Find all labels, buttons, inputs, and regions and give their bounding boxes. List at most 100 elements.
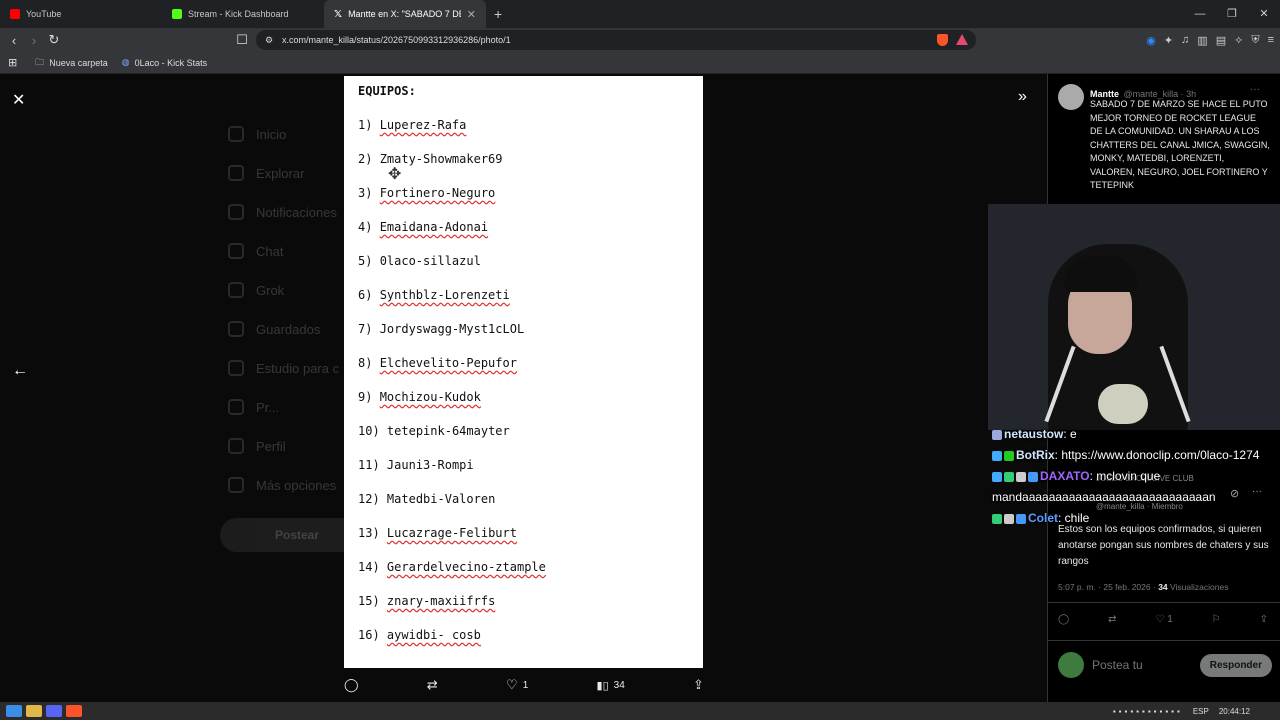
team-number: 15) [358,594,380,608]
url-field[interactable]: ⚙ x.com/mante_killa/status/2026750993312… [256,30,976,50]
sidebar-item-inicio: Inicio [228,126,286,142]
sidebar-item-guardados: Guardados [228,321,320,337]
tab-youtube[interactable]: YouTube [0,0,162,28]
team-number: 12) [358,492,380,506]
team-number: 2) [358,152,373,166]
reload-icon[interactable]: ↻ [44,32,64,48]
mate-cup [1098,384,1148,424]
back-icon[interactable]: ‹ [4,33,24,48]
language-indicator[interactable]: ESP [1193,707,1209,716]
team-number: 1) [358,118,373,132]
team-number: 6) [358,288,373,302]
chat-badge-icon [1016,471,1026,482]
restore-icon[interactable]: ❐ [1216,0,1248,28]
chat-badge-icon [992,513,1002,524]
team-entry: 8) Elchevelito-Pepufor [358,356,517,370]
sidebar-label: Explorar [256,165,305,181]
vpn-icon[interactable]: ⛨ [1251,34,1259,47]
team-name: tetepink-64mayter [386,424,510,438]
team-number: 13) [358,526,380,540]
start-icon[interactable] [6,705,22,717]
wallet-icon[interactable]: ▤ [1216,34,1226,47]
team-number: 5) [358,254,373,268]
clock[interactable]: 20:44:12 [1219,707,1250,716]
puzzle-icon[interactable]: ✦ [1164,34,1173,47]
tab-x-post[interactable]: 𝕏 Mantte en X: "SABADO 7 DE MA ✕ [324,0,486,28]
views-button[interactable]: ▮▯ 34 [597,679,625,692]
sidebar-label: Estudio para c [256,360,340,376]
x-photo-viewer: Inicio Explorar Notificaciones Chat Grok… [0,74,1280,702]
file-explorer-icon[interactable] [26,705,42,717]
discord-icon[interactable] [46,705,62,717]
stream-chat-overlay: netaustow: e BotRix: https://www.donocli… [992,424,1280,529]
like-button[interactable]: ♡ 1 [1155,614,1172,625]
leo-icon[interactable]: ✧ [1234,34,1243,47]
sidebar-label: Notificaciones [256,204,337,220]
new-tab-button[interactable]: + [494,6,502,22]
browser-tab-bar: YouTube Stream - Kick Dashboard 𝕏 Mantte… [0,0,1280,28]
team-name: aywidbi- cosb [386,628,481,642]
brave-icon[interactable] [66,705,82,717]
reply-button[interactable]: Responder [1199,653,1272,677]
team-name: Mochizou-Kudok [379,390,481,404]
team-entry: 9) Mochizou-Kudok [358,390,481,404]
bookmark-0laco-kick-stats[interactable]: ◍ 0Laco - Kick Stats [122,57,207,68]
more-options-icon[interactable]: ··· [1250,84,1260,95]
team-entry: 4) Emaidana-Adonai [358,220,488,234]
tab-label: YouTube [26,9,62,19]
extension-icon[interactable]: ◉ [1146,34,1156,47]
url-text: x.com/mante_killa/status/202675099331293… [282,35,511,45]
site-settings-icon[interactable]: ⚙ [265,30,273,50]
team-number: 10) [358,424,380,438]
reply-input[interactable]: Postea tu [1092,658,1192,672]
repost-icon[interactable]: ⇄ [1108,614,1116,625]
chat-text: e [1070,427,1077,441]
kick-stats-icon: ◍ [121,57,130,67]
webcam-overlay [988,204,1280,430]
team-entry: 3) Fortinero-Neguro [358,186,495,200]
bookmark-icon[interactable]: ⚐ [1212,614,1221,625]
avatar[interactable] [1058,84,1084,110]
team-name: Jauni3-Rompi [386,458,474,472]
close-window-icon[interactable]: ✕ [1248,0,1280,28]
tray-icons[interactable]: ▪▪▪▪▪▪▪▪▪▪▪▪ [1113,707,1183,716]
team-name: Luperez-Rafa [379,118,467,132]
reply-icon[interactable]: ◯ [1058,614,1069,625]
menu-icon[interactable]: ≡ [1268,34,1274,46]
share-icon[interactable]: ⇪ [1260,614,1268,625]
apps-grid-icon[interactable]: ⊞ [8,56,17,69]
tab-kick-dashboard[interactable]: Stream - Kick Dashboard [162,0,324,28]
sidebar-icon[interactable]: ▥ [1197,34,1207,47]
heart-icon: ♡ [506,677,518,692]
share-icon[interactable]: ⇪ [693,677,704,693]
team-name: Emaidana-Adonai [379,220,489,234]
media-icon[interactable]: ♫ [1181,34,1189,46]
reply-icon[interactable]: ◯ [344,677,359,693]
brave-shield-icon[interactable] [937,34,948,46]
collapse-panel-icon[interactable]: » [1018,88,1027,106]
brave-rewards-icon[interactable] [956,34,968,45]
chat-message: Colet: chile [992,508,1280,529]
address-bar-row: ‹ › ↻ ☐ ⚙ x.com/mante_killa/status/20267… [0,28,1280,52]
team-name: 0laco-sillazul [379,254,481,268]
team-entry: 10) tetepink-64mayter [358,424,510,438]
minimize-icon[interactable]: — [1184,0,1216,28]
browser-toolbar-icons: ◉ ✦ ♫ ▥ ▤ ✧ ⛨ ≡ [1146,28,1274,52]
tweet-time[interactable]: 5:07 p. m. · 25 feb. 2026 · [1058,582,1156,592]
tab-label: Stream - Kick Dashboard [188,9,289,19]
close-photo-icon[interactable]: ✕ [12,90,25,110]
forward-icon[interactable]: › [24,33,44,48]
reply-composer: Postea tu Responder [1058,652,1272,678]
kick-icon [172,9,182,19]
repost-icon[interactable]: ⇄ [427,677,438,693]
sidebar-label: Grok [256,282,285,298]
sidebar-item-chat: Chat [228,243,283,259]
bookmark-label: Nueva carpeta [49,57,108,68]
chat-username: Colet [1028,511,1058,525]
bookmark-icon[interactable]: ☐ [232,32,252,48]
like-button[interactable]: ♡ 1 [506,677,528,693]
bookmark-nueva-carpeta[interactable]: 🗀 Nueva carpeta [35,55,108,71]
previous-photo-icon[interactable]: ← [12,362,28,380]
like-count: 1 [522,679,529,691]
close-tab-icon[interactable]: ✕ [467,8,476,21]
